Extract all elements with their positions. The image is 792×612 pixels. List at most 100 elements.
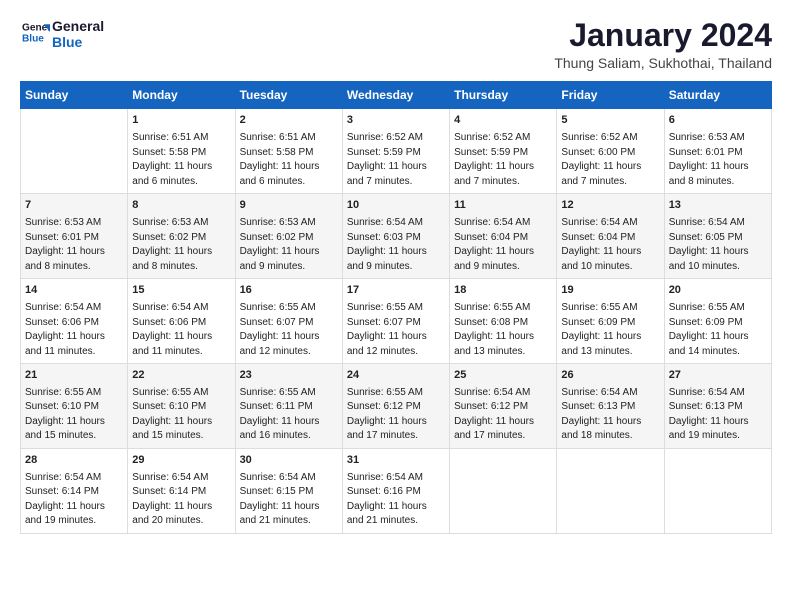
day-number: 20 [669, 283, 767, 299]
sun-info-line: Sunset: 6:10 PM [25, 400, 123, 415]
day-number: 22 [132, 368, 230, 384]
sun-info-line: Sunrise: 6:53 AM [240, 216, 338, 231]
sun-info-line: Sunrise: 6:55 AM [25, 386, 123, 401]
sun-info-line: Sunrise: 6:54 AM [347, 471, 445, 486]
day-number: 13 [669, 198, 767, 214]
calendar-cell [21, 109, 128, 194]
calendar-cell: 9Sunrise: 6:53 AMSunset: 6:02 PMDaylight… [235, 194, 342, 279]
day-number: 25 [454, 368, 552, 384]
sun-info-line: Sunrise: 6:55 AM [347, 386, 445, 401]
day-number: 24 [347, 368, 445, 384]
calendar-cell: 23Sunrise: 6:55 AMSunset: 6:11 PMDayligh… [235, 364, 342, 449]
calendar-cell: 1Sunrise: 6:51 AMSunset: 5:58 PMDaylight… [128, 109, 235, 194]
day-number: 18 [454, 283, 552, 299]
sun-info-line: Daylight: 11 hours [132, 330, 230, 345]
sun-info-line: Daylight: 11 hours [25, 245, 123, 260]
sun-info-line: Sunset: 5:59 PM [347, 146, 445, 161]
calendar-cell: 4Sunrise: 6:52 AMSunset: 5:59 PMDaylight… [450, 109, 557, 194]
sun-info-line: Daylight: 11 hours [454, 245, 552, 260]
day-number: 15 [132, 283, 230, 299]
calendar-cell: 30Sunrise: 6:54 AMSunset: 6:15 PMDayligh… [235, 448, 342, 533]
sun-info-line: Sunrise: 6:52 AM [561, 131, 659, 146]
day-number: 14 [25, 283, 123, 299]
sun-info-line: Sunrise: 6:54 AM [454, 386, 552, 401]
sun-info-line: and 11 minutes. [132, 345, 230, 360]
sun-info-line: Sunset: 6:02 PM [132, 231, 230, 246]
sun-info-line: and 15 minutes. [132, 429, 230, 444]
sun-info-line: Sunset: 6:14 PM [132, 485, 230, 500]
calendar-cell: 26Sunrise: 6:54 AMSunset: 6:13 PMDayligh… [557, 364, 664, 449]
sun-info-line: and 8 minutes. [669, 175, 767, 190]
sun-info-line: Daylight: 11 hours [561, 330, 659, 345]
sun-info-line: Sunrise: 6:55 AM [347, 301, 445, 316]
sun-info-line: and 20 minutes. [132, 514, 230, 529]
weekday-header: Sunday [21, 82, 128, 109]
calendar-cell: 6Sunrise: 6:53 AMSunset: 6:01 PMDaylight… [664, 109, 771, 194]
day-number: 26 [561, 368, 659, 384]
sun-info-line: and 21 minutes. [347, 514, 445, 529]
sun-info-line: Sunset: 6:14 PM [25, 485, 123, 500]
sun-info-line: and 10 minutes. [561, 260, 659, 275]
day-number: 12 [561, 198, 659, 214]
sun-info-line: Sunset: 6:16 PM [347, 485, 445, 500]
sun-info-line: and 19 minutes. [25, 514, 123, 529]
logo-icon: General Blue [22, 18, 50, 46]
calendar-cell: 22Sunrise: 6:55 AMSunset: 6:10 PMDayligh… [128, 364, 235, 449]
sun-info-line: Sunset: 6:07 PM [240, 316, 338, 331]
sun-info-line: Daylight: 11 hours [561, 415, 659, 430]
day-number: 17 [347, 283, 445, 299]
logo: General Blue General Blue [20, 18, 104, 51]
sun-info-line: Daylight: 11 hours [347, 500, 445, 515]
calendar-cell: 31Sunrise: 6:54 AMSunset: 6:16 PMDayligh… [342, 448, 449, 533]
sun-info-line: Sunrise: 6:54 AM [669, 216, 767, 231]
calendar-cell: 7Sunrise: 6:53 AMSunset: 6:01 PMDaylight… [21, 194, 128, 279]
calendar-cell [557, 448, 664, 533]
sun-info-line: Daylight: 11 hours [454, 415, 552, 430]
weekday-header: Thursday [450, 82, 557, 109]
sun-info-line: Daylight: 11 hours [132, 160, 230, 175]
sun-info-line: Daylight: 11 hours [347, 330, 445, 345]
sun-info-line: Sunrise: 6:54 AM [669, 386, 767, 401]
day-number: 29 [132, 453, 230, 469]
calendar-cell: 29Sunrise: 6:54 AMSunset: 6:14 PMDayligh… [128, 448, 235, 533]
sun-info-line: and 7 minutes. [561, 175, 659, 190]
sun-info-line: Sunset: 6:02 PM [240, 231, 338, 246]
calendar-cell: 3Sunrise: 6:52 AMSunset: 5:59 PMDaylight… [342, 109, 449, 194]
sun-info-line: Sunset: 6:00 PM [561, 146, 659, 161]
sun-info-line: Sunset: 6:01 PM [669, 146, 767, 161]
calendar-cell: 15Sunrise: 6:54 AMSunset: 6:06 PMDayligh… [128, 279, 235, 364]
sun-info-line: and 6 minutes. [240, 175, 338, 190]
sun-info-line: and 10 minutes. [669, 260, 767, 275]
sun-info-line: and 18 minutes. [561, 429, 659, 444]
sun-info-line: and 7 minutes. [347, 175, 445, 190]
calendar-cell [450, 448, 557, 533]
sun-info-line: and 13 minutes. [454, 345, 552, 360]
calendar-cell: 8Sunrise: 6:53 AMSunset: 6:02 PMDaylight… [128, 194, 235, 279]
day-number: 16 [240, 283, 338, 299]
calendar-cell: 12Sunrise: 6:54 AMSunset: 6:04 PMDayligh… [557, 194, 664, 279]
sun-info-line: Daylight: 11 hours [240, 245, 338, 260]
day-number: 3 [347, 113, 445, 129]
sun-info-line: Sunset: 6:04 PM [561, 231, 659, 246]
calendar-week-row: 21Sunrise: 6:55 AMSunset: 6:10 PMDayligh… [21, 364, 772, 449]
sun-info-line: Sunrise: 6:53 AM [132, 216, 230, 231]
sun-info-line: Sunset: 6:12 PM [347, 400, 445, 415]
sun-info-line: and 17 minutes. [454, 429, 552, 444]
sun-info-line: Sunrise: 6:52 AM [454, 131, 552, 146]
day-number: 11 [454, 198, 552, 214]
sun-info-line: Sunset: 6:06 PM [132, 316, 230, 331]
day-number: 6 [669, 113, 767, 129]
sun-info-line: and 14 minutes. [669, 345, 767, 360]
sun-info-line: Sunrise: 6:52 AM [347, 131, 445, 146]
sun-info-line: Sunrise: 6:53 AM [25, 216, 123, 231]
calendar-cell: 5Sunrise: 6:52 AMSunset: 6:00 PMDaylight… [557, 109, 664, 194]
calendar-week-row: 28Sunrise: 6:54 AMSunset: 6:14 PMDayligh… [21, 448, 772, 533]
calendar-cell: 18Sunrise: 6:55 AMSunset: 6:08 PMDayligh… [450, 279, 557, 364]
sun-info-line: and 6 minutes. [132, 175, 230, 190]
title-block: January 2024 Thung Saliam, Sukhothai, Th… [554, 18, 772, 71]
sun-info-line: Daylight: 11 hours [25, 415, 123, 430]
sun-info-line: Daylight: 11 hours [669, 160, 767, 175]
sun-info-line: Sunrise: 6:54 AM [25, 471, 123, 486]
day-number: 5 [561, 113, 659, 129]
sun-info-line: Sunset: 6:04 PM [454, 231, 552, 246]
